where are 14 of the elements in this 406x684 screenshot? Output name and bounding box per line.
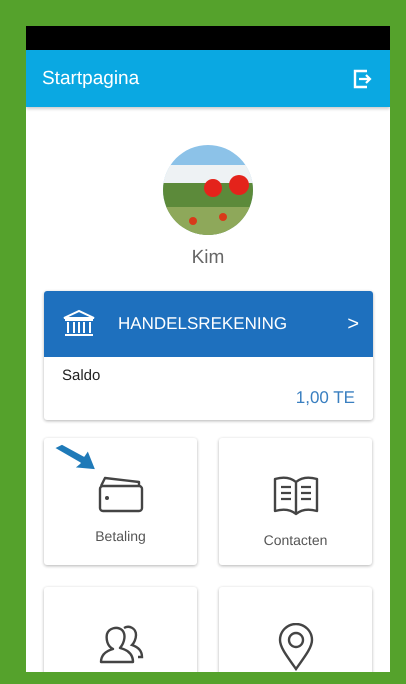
- balance-label: Saldo: [62, 367, 100, 384]
- logout-icon[interactable]: [352, 68, 374, 90]
- book-icon: [272, 474, 320, 518]
- balance-amount: 1,00 TE: [296, 388, 355, 408]
- menu-tile[interactable]: Betaling: [44, 438, 197, 565]
- wallet-icon: [96, 474, 144, 514]
- menu-tile[interactable]: Contacten: [219, 438, 372, 565]
- account-title: HANDELSREKENING: [118, 314, 288, 334]
- profile-name: Kim: [192, 247, 224, 269]
- tile-label: Contacten: [264, 532, 328, 548]
- chevron-icon: >: [347, 312, 359, 336]
- page-title: Startpagina: [42, 68, 140, 90]
- bank-icon: [62, 309, 96, 339]
- tile-label: Betaling: [95, 528, 146, 544]
